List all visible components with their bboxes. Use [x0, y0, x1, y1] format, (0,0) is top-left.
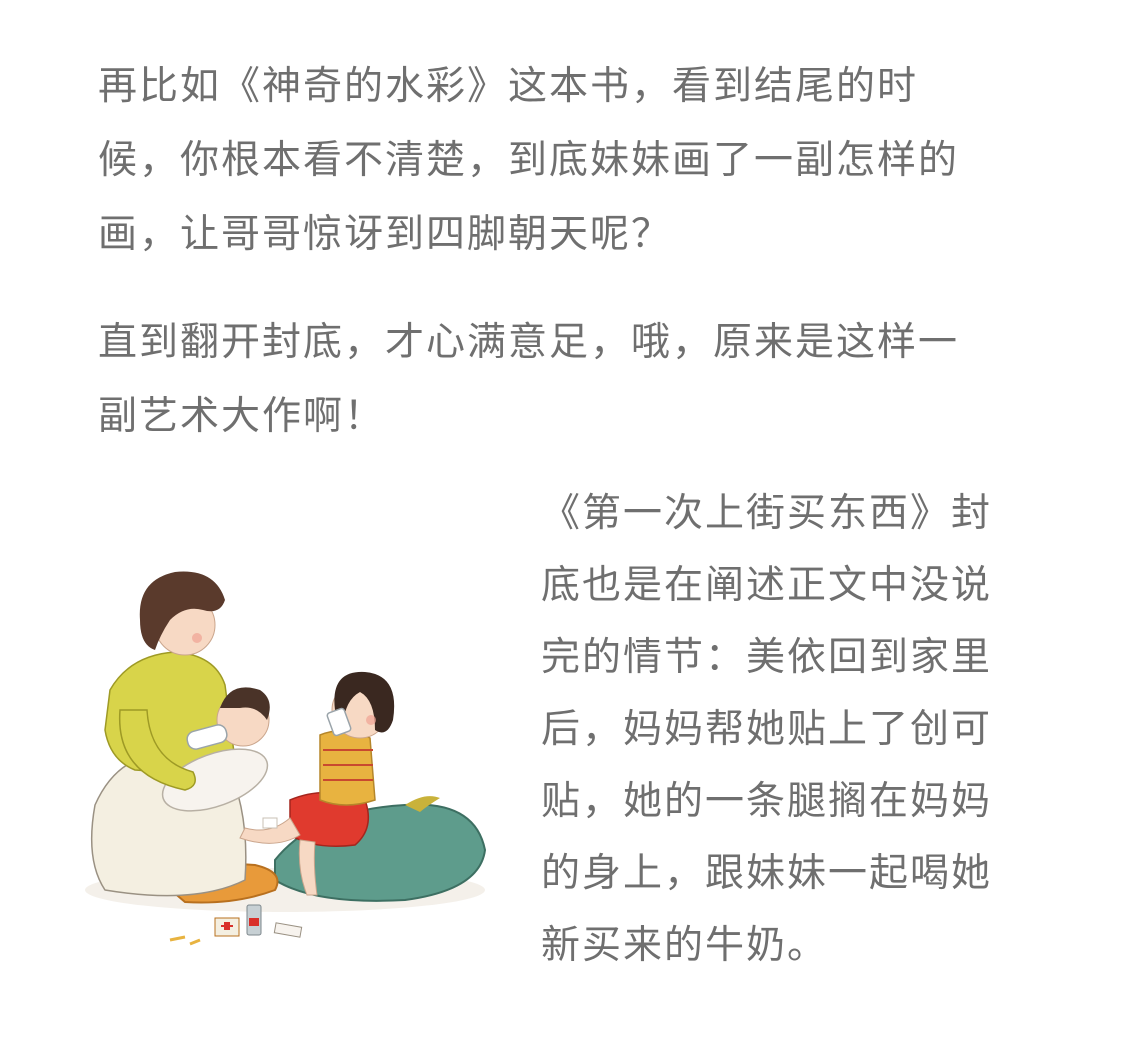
illustration-caption: 《第一次上街买东西》封 底也是在阐述正文中没说 完的情节：美依回到家里 后，妈妈…	[541, 478, 1041, 982]
caption-line: 的身上，跟妹妹一起喝她	[541, 851, 993, 896]
paragraph-line: 副艺术大作啊！	[98, 394, 386, 439]
girl-cheek	[366, 715, 376, 725]
bottle-label	[249, 918, 259, 926]
scattered-wrappers	[169, 935, 201, 946]
caption-line: 新买来的牛奶。	[541, 923, 829, 968]
paragraph-watercolor-book: 再比如《神奇的水彩》这本书，看到结尾的时 候，你根本看不清楚，到底妹妹画了一副怎…	[98, 50, 1038, 272]
caption-line: 后，妈妈帮她贴上了创可	[541, 707, 993, 752]
caption-line: 底也是在阐述正文中没说	[541, 563, 993, 608]
paragraph-line: 直到翻开封底，才心满意足，哦，原来是这样一	[98, 320, 960, 365]
mother-children-drinking-milk-illustration	[85, 571, 487, 946]
paragraph-line: 候，你根本看不清楚，到底妹妹画了一副怎样的	[98, 138, 960, 183]
paragraph-back-cover: 直到翻开封底，才心满意足，哦，原来是这样一 副艺术大作啊！	[98, 306, 1038, 454]
paragraph-line: 画，让哥哥惊讶到四脚朝天呢？	[98, 212, 673, 257]
caption-line: 完的情节：美依回到家里	[541, 635, 993, 680]
girl-sweater	[319, 729, 376, 806]
bandage	[262, 817, 278, 829]
paragraph-line: 再比如《神奇的水彩》这本书，看到结尾的时	[98, 64, 919, 109]
caption-line: 贴，她的一条腿搁在妈妈	[541, 779, 993, 824]
mother-cheek	[192, 633, 202, 643]
bandage-pack	[273, 922, 303, 938]
caption-line: 《第一次上街买东西》封	[541, 491, 993, 536]
